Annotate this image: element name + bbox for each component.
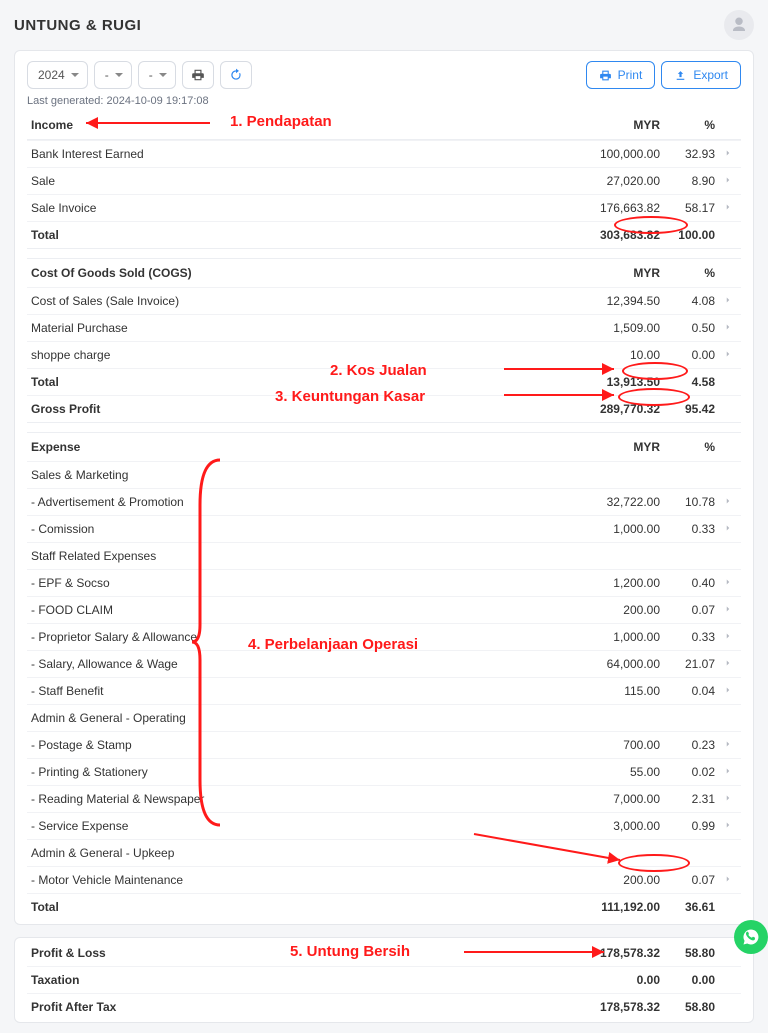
summary-card: Profit & Loss 178,578.32 58.80 Taxation … xyxy=(14,937,754,1023)
chevron-right-icon[interactable] xyxy=(719,294,737,308)
expense-row: - Advertisement & Promotion32,722.0010.7… xyxy=(27,488,741,515)
expense-row: - Motor Vehicle Maintenance200.000.07 xyxy=(27,866,741,893)
chevron-right-icon[interactable] xyxy=(719,738,737,752)
expense-row: - Staff Benefit115.000.04 xyxy=(27,677,741,704)
chevron-right-icon[interactable] xyxy=(719,201,737,215)
summary-row: Profit After Tax 178,578.32 58.80 xyxy=(27,993,741,1020)
chevron-right-icon[interactable] xyxy=(719,522,737,536)
last-generated: Last generated: 2024-10-09 19:17:08 xyxy=(27,95,741,107)
chevron-right-icon[interactable] xyxy=(719,495,737,509)
page-title: UNTUNG & RUGI xyxy=(14,17,141,34)
gross-profit: Gross Profit 289,770.32 95.42 xyxy=(27,395,741,422)
expense-row: - Postage & Stamp700.000.23 xyxy=(27,731,741,758)
expense-row: - Service Expense3,000.000.99 xyxy=(27,812,741,839)
chevron-right-icon[interactable] xyxy=(719,174,737,188)
expense-total: Total 111,192.00 36.61 xyxy=(27,893,741,920)
export-icon xyxy=(674,69,687,82)
month-select[interactable]: - xyxy=(94,61,132,89)
section-cogs-header: Cost Of Goods Sold (COGS) MYR % xyxy=(27,258,741,287)
export-button[interactable]: Export xyxy=(661,61,741,89)
chevron-right-icon[interactable] xyxy=(719,819,737,833)
refresh-icon xyxy=(229,68,243,82)
expense-row: - Comission1,000.000.33 xyxy=(27,515,741,542)
cogs-row: Cost of Sales (Sale Invoice) 12,394.50 4… xyxy=(27,287,741,314)
printer-icon xyxy=(191,68,205,82)
income-row: Bank Interest Earned 100,000.00 32.93 xyxy=(27,140,741,167)
chevron-right-icon[interactable] xyxy=(719,321,737,335)
chevron-right-icon[interactable] xyxy=(719,765,737,779)
printer-icon xyxy=(599,69,612,82)
user-icon xyxy=(730,16,748,34)
whatsapp-icon xyxy=(742,928,760,946)
refresh-button[interactable] xyxy=(220,61,252,89)
cogs-row: Material Purchase 1,509.00 0.50 xyxy=(27,314,741,341)
chevron-right-icon[interactable] xyxy=(719,684,737,698)
summary-row: Taxation 0.00 0.00 xyxy=(27,966,741,993)
page: UNTUNG & RUGI 2024 - - Prin xyxy=(0,0,768,1033)
income-row: Sale Invoice 176,663.82 58.17 xyxy=(27,194,741,221)
expense-group: Admin & General - Upkeep xyxy=(27,839,741,866)
report-card: 2024 - - Print Export La xyxy=(14,50,754,925)
topbar: UNTUNG & RUGI xyxy=(14,10,754,40)
section-income-header: Income MYR % xyxy=(27,111,741,140)
toolbar: 2024 - - Print Export xyxy=(27,61,741,89)
expense-group: Staff Related Expenses xyxy=(27,542,741,569)
cogs-row: shoppe charge 10.00 0.00 xyxy=(27,341,741,368)
expense-row: - FOOD CLAIM200.000.07 xyxy=(27,596,741,623)
avatar[interactable] xyxy=(724,10,754,40)
col-amount: MYR xyxy=(564,118,664,132)
chevron-right-icon[interactable] xyxy=(719,348,737,362)
section-expense-header: Expense MYR % xyxy=(27,432,741,461)
section-income-title: Income xyxy=(31,118,564,132)
chevron-right-icon[interactable] xyxy=(719,576,737,590)
expense-row: - Proprietor Salary & Allowance1,000.000… xyxy=(27,623,741,650)
expense-row: - Printing & Stationery55.000.02 xyxy=(27,758,741,785)
chevron-right-icon[interactable] xyxy=(719,657,737,671)
summary-row: Profit & Loss 178,578.32 58.80 xyxy=(27,940,741,966)
expense-row: - Reading Material & Newspaper7,000.002.… xyxy=(27,785,741,812)
expense-row: - Salary, Allowance & Wage64,000.0021.07 xyxy=(27,650,741,677)
expense-group: Sales & Marketing xyxy=(27,461,741,488)
compare-select[interactable]: - xyxy=(138,61,176,89)
chevron-down-icon xyxy=(115,73,123,77)
expense-group: Admin & General - Operating xyxy=(27,704,741,731)
chevron-right-icon[interactable] xyxy=(719,147,737,161)
chevron-right-icon[interactable] xyxy=(719,603,737,617)
print-label: Print xyxy=(618,68,643,82)
income-total: Total 303,683.82 100.00 xyxy=(27,221,741,248)
year-value: 2024 xyxy=(38,68,65,82)
cogs-total: Total 13,913.50 4.58 xyxy=(27,368,741,395)
chevron-right-icon[interactable] xyxy=(719,792,737,806)
chevron-down-icon xyxy=(159,73,167,77)
col-percent: % xyxy=(664,118,719,132)
year-select[interactable]: 2024 xyxy=(27,61,88,89)
chevron-right-icon[interactable] xyxy=(719,630,737,644)
print-icon-button[interactable] xyxy=(182,61,214,89)
export-label: Export xyxy=(693,68,728,82)
print-button[interactable]: Print xyxy=(586,61,656,89)
expense-row: - EPF & Socso1,200.000.40 xyxy=(27,569,741,596)
income-row: Sale 27,020.00 8.90 xyxy=(27,167,741,194)
compare-value: - xyxy=(149,68,153,82)
whatsapp-button[interactable] xyxy=(734,920,768,954)
chevron-down-icon xyxy=(71,73,79,77)
chevron-right-icon[interactable] xyxy=(719,873,737,887)
month-value: - xyxy=(105,68,109,82)
